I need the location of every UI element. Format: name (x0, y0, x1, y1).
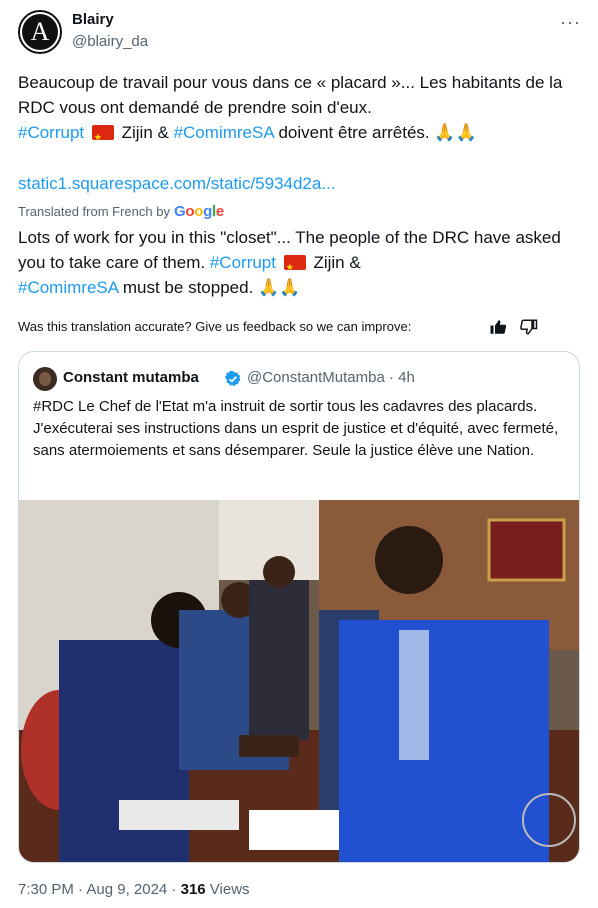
handshake-photo (19, 500, 579, 862)
author-avatar[interactable]: A (18, 10, 62, 54)
hashtag-corrupt[interactable]: #Corrupt (18, 123, 84, 142)
tweet-text-part2: doivent être arrêtés. (278, 123, 430, 142)
praying-hands-icon: 🙏🙏 (434, 123, 477, 142)
quote-photo[interactable] (19, 500, 579, 862)
translated-label: Translated from French by (18, 204, 170, 219)
tweet-meta: 7:30 PM · Aug 9, 2024 · 316 Views (18, 881, 250, 898)
thumbs-up-icon[interactable] (489, 318, 507, 336)
tweet-text-part1: Beaucoup de travail pour vous dans ce « … (18, 73, 563, 117)
tweet-text-middle: Zijin & (121, 123, 169, 142)
tweet-link[interactable]: static1.squarespace.com/static/5934d2a..… (18, 174, 336, 194)
hashtag-corrupt-translated[interactable]: #Corrupt (210, 253, 276, 272)
quote-author-handle[interactable]: @ConstantMutamba · 4h (247, 369, 415, 386)
hashtag-comimresa-translated[interactable]: #ComimreSA (18, 278, 118, 297)
hashtag-comimresa[interactable]: #ComimreSA (174, 123, 274, 142)
tweet-text: Beaucoup de travail pour vous dans ce « … (18, 70, 583, 150)
quote-avatar[interactable] (33, 367, 57, 391)
thumbs-down-icon[interactable] (520, 318, 538, 336)
praying-hands-icon: 🙏🙏 (258, 278, 301, 297)
translation-feedback-text: Was this translation accurate? Give us f… (18, 319, 412, 334)
quoted-tweet[interactable]: Constant mutamba @ConstantMutamba · 4h #… (18, 351, 580, 863)
avatar-letter: A (30, 17, 50, 46)
translation-part2: must be stopped. (122, 278, 254, 297)
quote-author-name[interactable]: Constant mutamba (63, 369, 199, 386)
translated-text: Lots of work for you in this "closet"...… (18, 225, 583, 300)
translation-middle: Zijin & (313, 253, 361, 272)
author-handle[interactable]: @blairy_da (72, 33, 148, 50)
more-options-icon[interactable]: ··· (560, 12, 581, 33)
google-logo: Google (173, 203, 224, 220)
avatar-logo: A (22, 14, 58, 50)
views-label: Views (205, 881, 250, 898)
timestamp[interactable]: 7:30 PM · Aug 9, 2024 · (18, 881, 181, 898)
views-count: 316 (180, 881, 206, 898)
translation-attribution: Translated from French by Google (18, 203, 224, 220)
author-name[interactable]: Blairy (72, 11, 114, 28)
quote-text: #RDC Le Chef de l'Etat m'a instruit de s… (33, 398, 559, 459)
china-flag-icon (91, 125, 114, 150)
china-flag-icon (283, 255, 306, 280)
verified-badge-icon (224, 370, 241, 387)
